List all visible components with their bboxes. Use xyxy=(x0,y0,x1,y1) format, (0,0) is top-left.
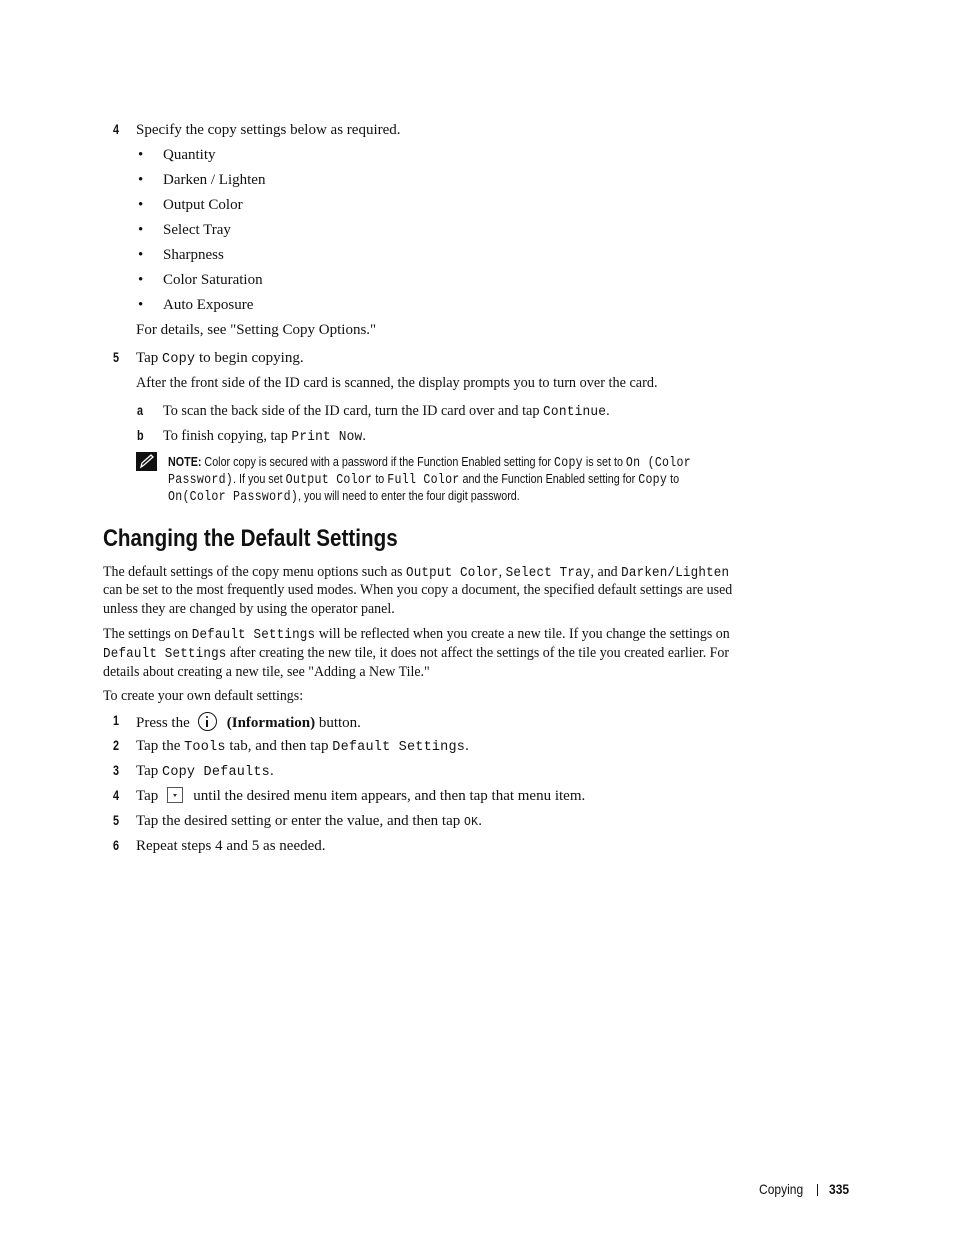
ui-term: Continue xyxy=(543,405,607,420)
paragraph-line: unless they are changed by using the ope… xyxy=(103,601,395,617)
list-item: Quantity xyxy=(163,147,216,163)
bullet-icon: • xyxy=(138,272,144,288)
paragraph-line: The default settings of the copy menu op… xyxy=(103,564,730,581)
substep-label: a xyxy=(137,403,144,418)
step-text: Tap Copy Defaults. xyxy=(136,763,274,780)
ui-term: Print Now xyxy=(291,430,363,445)
bullet-icon: • xyxy=(138,197,144,213)
note-line: NOTE: Color copy is secured with a passw… xyxy=(168,455,691,471)
scroll-down-button-icon xyxy=(167,787,184,803)
bullet-icon: • xyxy=(138,172,144,188)
step-text: Tap the desired setting or enter the val… xyxy=(136,813,482,829)
step-text: Specify the copy settings below as requi… xyxy=(136,122,401,138)
list-item: Darken / Lighten xyxy=(163,172,266,188)
bullet-icon: • xyxy=(138,147,144,163)
pencil-note-icon xyxy=(136,452,157,471)
step-text: Tap the Tools tab, and then tap Default … xyxy=(136,738,469,755)
step-number: 4 xyxy=(113,788,120,803)
section-heading: Changing the Default Settings xyxy=(103,525,398,552)
list-item: Sharpness xyxy=(163,247,224,263)
step-number: 6 xyxy=(113,838,120,853)
note-label: NOTE: xyxy=(168,455,202,469)
step-text: Tap until the desired menu item appears, … xyxy=(136,787,586,804)
step-number: 5 xyxy=(113,350,120,365)
substep-text: To finish copying, tap Print Now. xyxy=(163,428,366,445)
page-number: 335 xyxy=(829,1181,850,1197)
paragraph-line: The settings on Default Settings will be… xyxy=(103,626,730,643)
paragraph: After the front side of the ID card is s… xyxy=(136,375,658,391)
paragraph-line: To create your own default settings: xyxy=(103,688,304,704)
note-line: On(Color Password), you will need to ent… xyxy=(168,489,520,505)
step-text: Tap Copy to begin copying. xyxy=(136,350,304,367)
step-number: 5 xyxy=(113,813,120,828)
footer-divider xyxy=(817,1184,818,1196)
bullet-icon: • xyxy=(138,222,144,238)
step-text: Repeat steps 4 and 5 as needed. xyxy=(136,838,326,854)
list-item: Color Saturation xyxy=(163,272,263,288)
cross-reference: For details, see "Setting Copy Options." xyxy=(136,322,377,338)
list-item: Select Tray xyxy=(163,222,231,238)
step-number: 2 xyxy=(113,738,120,753)
paragraph-line: can be set to the most frequently used m… xyxy=(103,582,733,598)
paragraph-line: details about creating a new tile, see "… xyxy=(103,664,430,680)
note-line: Password). If you set Output Color to Fu… xyxy=(168,472,680,488)
substep-label: b xyxy=(137,428,144,443)
bullet-icon: • xyxy=(138,297,144,313)
substep-text: To scan the back side of the ID card, tu… xyxy=(163,403,610,420)
step-number: 4 xyxy=(113,122,120,137)
step-text: Press the (Information) button. xyxy=(136,712,361,732)
paragraph-line: Default Settings after creating the new … xyxy=(103,645,730,662)
step-number: 3 xyxy=(113,763,120,778)
ui-term: Copy xyxy=(162,352,196,367)
bullet-icon: • xyxy=(138,247,144,263)
information-icon xyxy=(197,712,217,731)
list-item: Auto Exposure xyxy=(163,297,254,313)
footer-section-name: Copying xyxy=(759,1181,804,1197)
list-item: Output Color xyxy=(163,197,243,213)
step-number: 1 xyxy=(113,713,120,728)
